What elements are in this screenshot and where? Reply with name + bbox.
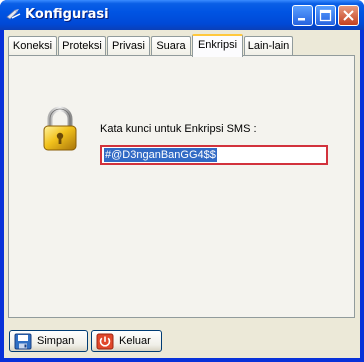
encryption-key-value: #@D3nganBanGG4$$	[104, 148, 217, 162]
tab-lain-lain[interactable]: Lain-lain	[244, 36, 293, 56]
tab-suara[interactable]: Suara	[151, 36, 191, 56]
save-disk-icon	[14, 333, 32, 350]
save-button-label: Simpan	[37, 335, 75, 347]
tab-strip: Koneksi Proteksi Privasi Suara Enkripsi …	[8, 34, 356, 57]
close-button[interactable]	[338, 5, 359, 26]
padlock-icon	[43, 106, 77, 151]
close-icon	[343, 10, 354, 21]
window-title: Konfigurasi	[25, 7, 109, 22]
tab-label: Enkripsi	[197, 39, 238, 51]
tab-label: Koneksi	[12, 40, 53, 52]
tab-label: Privasi	[111, 40, 145, 52]
tab-label: Suara	[156, 40, 186, 52]
maximize-icon	[319, 9, 332, 22]
minimize-icon	[298, 18, 305, 21]
tab-label: Proteksi	[62, 40, 102, 52]
title-bar[interactable]: Konfigurasi	[0, 0, 364, 30]
exit-button-label: Keluar	[119, 335, 151, 347]
window-app-icon	[6, 8, 22, 22]
exit-icon	[96, 333, 114, 350]
encryption-key-input[interactable]: #@D3nganBanGG4$$	[100, 145, 328, 165]
tab-koneksi[interactable]: Koneksi	[8, 36, 57, 56]
maximize-button[interactable]	[315, 5, 336, 26]
client-area: Koneksi Proteksi Privasi Suara Enkripsi …	[4, 30, 360, 358]
save-button[interactable]: Simpan	[9, 330, 88, 352]
tab-privasi[interactable]: Privasi	[107, 36, 150, 56]
minimize-button[interactable]	[292, 5, 313, 26]
tab-proteksi[interactable]: Proteksi	[58, 36, 106, 56]
encryption-panel: Kata kunci untuk Enkripsi SMS : #@D3ngan…	[8, 55, 355, 318]
tab-label: Lain-lain	[247, 40, 290, 52]
encryption-key-label: Kata kunci untuk Enkripsi SMS :	[100, 123, 257, 135]
tab-enkripsi[interactable]: Enkripsi	[192, 34, 243, 57]
exit-button[interactable]: Keluar	[91, 330, 162, 352]
configuration-window: Konfigurasi Koneksi Proteksi Privasi Sua…	[0, 0, 364, 362]
